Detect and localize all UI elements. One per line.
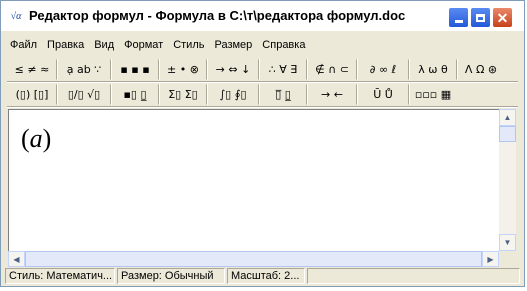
status-empty-panel (307, 268, 520, 284)
scroll-left-button[interactable]: ◀ (8, 251, 25, 267)
fences-template-button[interactable]: (▯) [▯] (7, 84, 57, 105)
vertical-scroll-thumb[interactable] (499, 126, 516, 142)
underbar-overbar-template-button[interactable]: ▯̅ ▯̲ (259, 84, 307, 105)
arrow-right-icon: ▶ (487, 254, 494, 264)
status-zoom: Масштаб: 2... (227, 268, 305, 284)
subscript-superscript-template-button[interactable]: ▪▯ ▯̲ (111, 84, 159, 105)
status-style: Стиль: Математич... (5, 268, 115, 284)
status-bar: Стиль: Математич... Размер: Обычный Масш… (5, 268, 520, 284)
matrix-template-button[interactable]: ▫▫▫ ▦ (409, 84, 456, 105)
menu-view[interactable]: Вид (89, 39, 119, 51)
greek-lowercase-palette-button[interactable]: λ ω θ (409, 59, 457, 80)
operators-palette-button[interactable]: ± • ⊗ (159, 59, 207, 80)
fraction-radical-template-button[interactable]: ▯/▯ √▯ (57, 84, 111, 105)
vertical-scrollbar[interactable]: ▲ ▼ (499, 109, 516, 251)
arrow-down-icon: ▼ (503, 238, 512, 247)
window-title: Редактор формул - Формула в C:\т\редакто… (29, 8, 406, 23)
menu-help[interactable]: Справка (257, 39, 310, 51)
toolbar-separator (7, 81, 518, 83)
minimize-icon (454, 20, 463, 23)
scroll-up-button[interactable]: ▲ (499, 109, 516, 126)
misc-symbols-palette-button[interactable]: ∂ ∞ ℓ (357, 59, 409, 80)
close-icon: ✕ (496, 9, 509, 26)
relations-palette-button[interactable]: ≤ ≠ ≈ (7, 59, 57, 80)
greek-uppercase-palette-button[interactable]: Λ Ω ⊛ (457, 59, 504, 80)
menu-format[interactable]: Формат (119, 39, 168, 51)
symbols-toolbar: ≤ ≠ ≈ ạ ab ∵ ▪ ▪ ▪ ± • ⊗ → ⇔ ↓ ∴ ∀ ∃ ∉ ∩… (7, 59, 520, 80)
maximize-icon (476, 13, 485, 22)
toolbar-separator (7, 106, 518, 108)
close-button[interactable]: ✕ (492, 7, 513, 28)
menu-bar: Файл Правка Вид Формат Стиль Размер Спра… (1, 35, 524, 55)
logic-palette-button[interactable]: ∴ ∀ ∃ (259, 59, 307, 80)
equation-app-icon: √α (10, 11, 22, 22)
formula-editing-area[interactable]: (a) (8, 109, 499, 252)
horizontal-scroll-thumb[interactable] (25, 251, 482, 267)
arrow-left-icon: ◀ (13, 254, 20, 264)
equation-editor-window: √α Редактор формул - Формула в C:\т\реда… (0, 0, 525, 287)
summation-template-button[interactable]: Σ▯ Σ▯ (159, 84, 207, 105)
formula-close-paren: ) (42, 124, 52, 153)
scroll-down-button[interactable]: ▼ (499, 234, 516, 251)
labeled-arrow-template-button[interactable]: → ← (307, 84, 357, 105)
spaces-ellipses-palette-button[interactable]: ạ ab ∵ (57, 59, 111, 80)
arrows-palette-button[interactable]: → ⇔ ↓ (207, 59, 259, 80)
formula-open-paren: ( (21, 124, 30, 153)
menu-file[interactable]: Файл (5, 39, 42, 51)
arrow-up-icon: ▲ (503, 113, 512, 122)
menu-style[interactable]: Стиль (168, 39, 209, 51)
formula-variable: a (29, 124, 43, 153)
integral-template-button[interactable]: ∫▯ ∮▯ (207, 84, 259, 105)
horizontal-scrollbar[interactable]: ◀ ▶ (8, 251, 499, 267)
title-bar: √α Редактор формул - Формула в C:\т\реда… (1, 1, 524, 31)
status-size: Размер: Обычный (117, 268, 225, 284)
products-set-template-button[interactable]: Ū Ů (357, 84, 409, 105)
embellishments-palette-button[interactable]: ▪ ▪ ▪ (111, 59, 159, 80)
set-theory-palette-button[interactable]: ∉ ∩ ⊂ (307, 59, 357, 80)
templates-toolbar: (▯) [▯] ▯/▯ √▯ ▪▯ ▯̲ Σ▯ Σ▯ ∫▯ ∮▯ ▯̅ ▯̲ →… (7, 84, 520, 105)
menu-edit[interactable]: Правка (42, 39, 89, 51)
scroll-right-button[interactable]: ▶ (482, 251, 499, 267)
minimize-button[interactable] (448, 7, 469, 28)
maximize-button[interactable] (470, 7, 491, 28)
menu-size[interactable]: Размер (209, 39, 257, 51)
scrollbar-corner (499, 251, 516, 267)
formula[interactable]: (a) (21, 124, 51, 154)
